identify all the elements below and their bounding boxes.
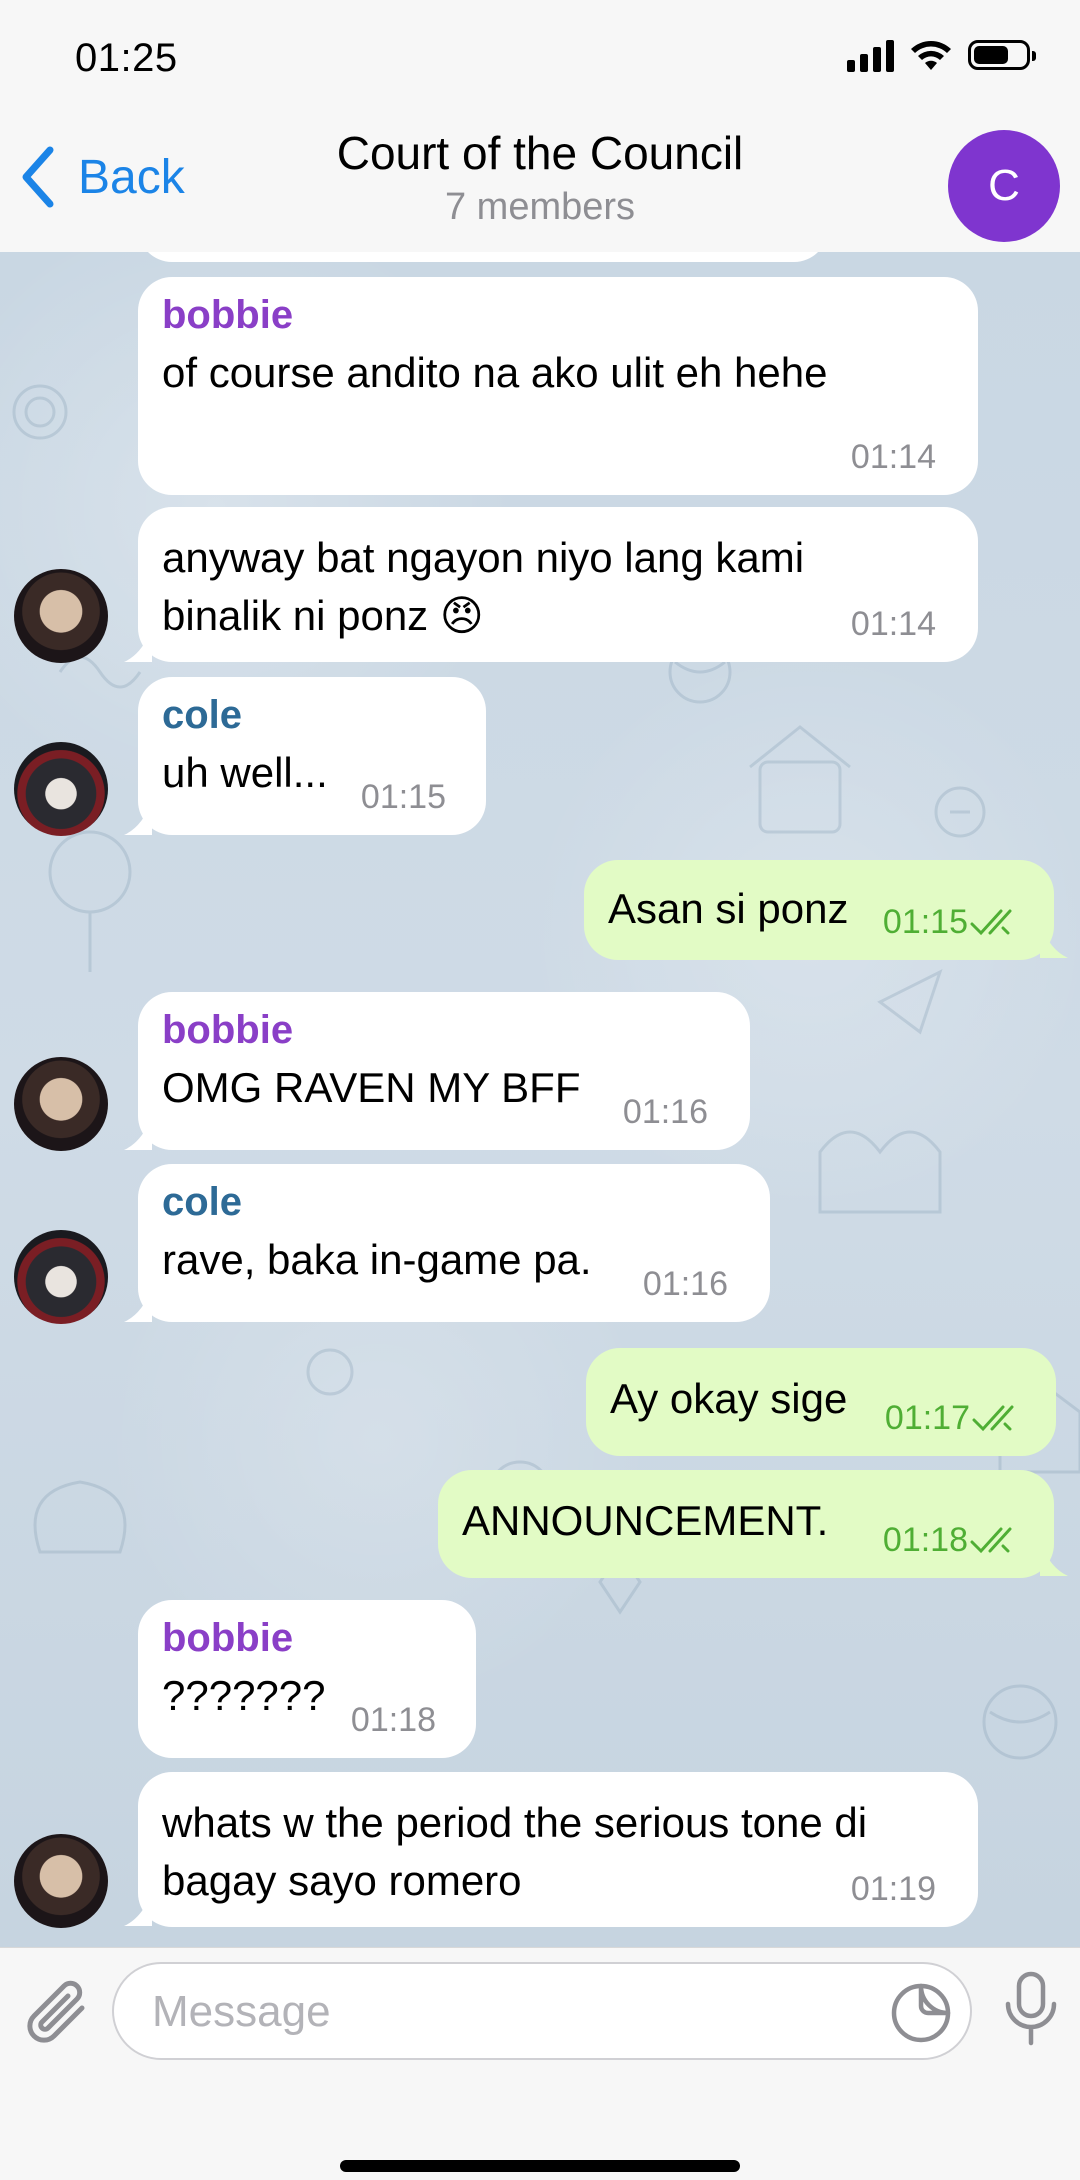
message-time: 01:19 [850, 1870, 936, 1908]
message-bubble[interactable]: anyway bat ngayon niyo lang kami binalik… [138, 507, 978, 662]
message-bubble-partial[interactable] [138, 252, 828, 262]
message-bubble[interactable]: bobbie of course andito na ako ulit eh h… [138, 277, 978, 495]
cellular-signal-icon [847, 38, 894, 72]
sender-name[interactable]: cole [162, 693, 462, 738]
message-bubble[interactable]: bobbie ??????? 01:18 [138, 1600, 476, 1758]
message-text: of course andito na ako ulit eh hehe [162, 349, 828, 396]
avatar[interactable] [14, 1230, 108, 1324]
wifi-icon [911, 41, 951, 70]
message-time: 01:14 [850, 605, 936, 643]
battery-icon [968, 40, 1036, 70]
message-list[interactable]: bobbie of course andito na ako ulit eh h… [0, 252, 1080, 1947]
double-check-icon [970, 909, 1012, 935]
message-text-line: anyway bat ngayon niyo lang kami [162, 534, 805, 581]
sender-name[interactable]: cole [162, 1180, 746, 1225]
sender-name[interactable]: bobbie [162, 1616, 452, 1661]
message-time-with-status: 01:17 [885, 1399, 1026, 1438]
double-check-icon [970, 1527, 1012, 1553]
message-bubble[interactable]: bobbie OMG RAVEN MY BFF 01:16 [138, 992, 750, 1150]
message-time: 01:16 [642, 1265, 728, 1303]
message-bubble[interactable]: whats w the period the serious tone di b… [138, 1772, 978, 1927]
message-time: 01:14 [850, 438, 936, 476]
message-time: 01:18 [350, 1701, 436, 1739]
message-bubble[interactable]: cole uh well... 01:15 [138, 677, 486, 835]
avatar[interactable] [14, 742, 108, 836]
message-bubble[interactable]: cole rave, baka in-game pa. 01:16 [138, 1164, 770, 1322]
message-time: 01:15 [882, 903, 968, 941]
outgoing-message-bubble[interactable]: Ay okay sige 01:17 [586, 1348, 1056, 1456]
chat-title: Court of the Council [336, 127, 744, 179]
status-icons [847, 38, 1036, 72]
chat-title-area[interactable]: Court of the Council 7 members [0, 126, 1080, 229]
double-check-icon [972, 1405, 1014, 1431]
message-field[interactable] [112, 1962, 972, 2060]
sender-name[interactable]: bobbie [162, 293, 954, 338]
microphone-icon[interactable] [1002, 1970, 1060, 2048]
status-bar: 01:25 [0, 0, 1080, 120]
outgoing-message-bubble[interactable]: Asan si ponz 01:15 [584, 860, 1054, 960]
avatar[interactable] [14, 1834, 108, 1928]
group-avatar[interactable]: C [948, 130, 1060, 242]
message-input-bar [0, 1947, 1080, 2180]
outgoing-message-bubble[interactable]: ANNOUNCEMENT. 01:18 [438, 1470, 1054, 1578]
avatar[interactable] [14, 569, 108, 663]
status-time: 01:25 [75, 36, 178, 80]
message-text-line: bagay sayo romero [162, 1857, 522, 1904]
message-text-line: whats w the period the serious tone di [162, 1799, 868, 1846]
message-input[interactable] [150, 1986, 854, 2038]
message-time-with-status: 01:15 [883, 903, 1024, 942]
message-time: 01:18 [882, 1521, 968, 1559]
home-indicator [340, 2160, 740, 2172]
avatar[interactable] [14, 1057, 108, 1151]
sticker-icon[interactable] [890, 1982, 952, 2044]
sender-name[interactable]: bobbie [162, 1008, 726, 1053]
message-time: 01:16 [622, 1093, 708, 1131]
chat-header: Back Court of the Council 7 members C [0, 120, 1080, 253]
message-time-with-status: 01:18 [883, 1521, 1024, 1560]
member-count: 7 members [444, 186, 636, 228]
paperclip-icon[interactable] [24, 1978, 94, 2054]
message-time: 01:17 [884, 1399, 970, 1437]
message-text-line: binalik ni ponz 😠 [162, 592, 484, 639]
message-time: 01:15 [360, 778, 446, 816]
